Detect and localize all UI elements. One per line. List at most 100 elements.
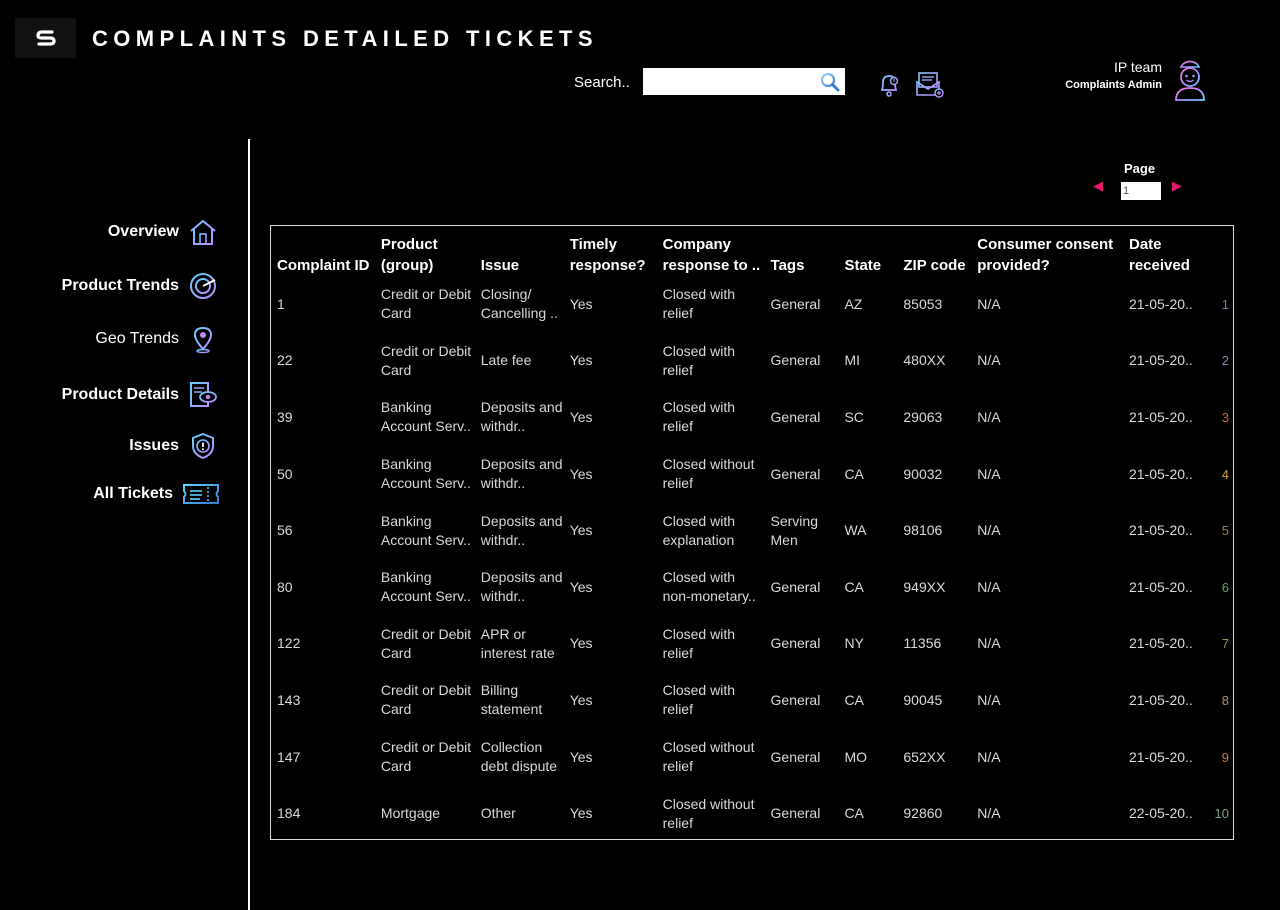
cell-date-received: 21-05-20.. (1128, 748, 1193, 765)
table-row[interactable]: 147 Credit or Debit Card Collection debt d… (271, 729, 1233, 786)
cell-consent: N/A (977, 748, 1001, 765)
user-role: Complaints Admin (1065, 79, 1162, 91)
cell-tags: General (770, 691, 821, 708)
cell-row-index: 8 (1221, 692, 1229, 708)
cell-state: CA (844, 578, 864, 595)
avatar-icon[interactable] (1171, 58, 1209, 102)
cell-complaint-id: 50 (277, 465, 293, 482)
column-header-consent[interactable]: Consumer consent provided? (971, 226, 1123, 276)
cell-zip: 11356 (903, 635, 942, 652)
column-header-company-response[interactable]: Company response to .. (657, 226, 765, 276)
cell-date-received: 21-05-20.. (1128, 578, 1193, 595)
house-icon (190, 220, 216, 245)
cell-company-response: Closed with relief (662, 286, 736, 322)
column-header-product[interactable]: Product (group) (375, 226, 475, 276)
cell-date-received: 21-05-20.. (1128, 465, 1193, 482)
table-row[interactable]: 184 Mortgage Other Yes Closed without relief… (271, 785, 1233, 842)
sidebar-item-issues[interactable]: Issues (129, 431, 218, 461)
cell-row-index: 2 (1221, 353, 1229, 369)
pager-next-button[interactable]: ▶ (1172, 179, 1182, 194)
cell-company-response: Closed with relief (662, 625, 736, 661)
cell-date-received: 21-05-20.. (1128, 295, 1193, 312)
cell-complaint-id: 39 (277, 408, 293, 425)
cell-state: MO (844, 748, 867, 765)
search-input[interactable] (643, 68, 845, 95)
column-header-date-received[interactable]: Date received (1123, 226, 1205, 276)
cell-state: AZ (844, 295, 863, 312)
cell-row-index: 1 (1221, 296, 1229, 312)
table-row[interactable]: 80 Banking Account Serv.. Deposits and wit… (271, 559, 1233, 616)
cell-timely-response: Yes (569, 295, 593, 312)
tickets-table: Complaint ID Product (group) Issue Timel… (270, 225, 1234, 840)
cell-row-index: 7 (1221, 636, 1229, 652)
cell-complaint-id: 22 (277, 352, 293, 369)
column-header-issue[interactable]: Issue (475, 226, 564, 276)
sidebar-item-overview[interactable]: Overview (108, 217, 218, 247)
sidebar-item-label: Overview (107, 223, 179, 240)
cell-product: Credit or Debit Card (380, 342, 472, 378)
cell-date-received: 21-05-20.. (1128, 352, 1193, 369)
cell-timely-response: Yes (569, 352, 593, 369)
cell-product: Banking Account Serv.. (380, 512, 471, 548)
mail-icon[interactable] (915, 68, 945, 100)
cell-row-index: 5 (1221, 523, 1229, 539)
search-icon[interactable] (816, 68, 844, 95)
page-number-input[interactable] (1121, 182, 1161, 200)
table-row[interactable]: 1 Credit or Debit Card Closing/ Cancelling… (271, 276, 1233, 333)
sidebar-item-all-tickets[interactable]: All Tickets (93, 481, 220, 507)
cell-tags: General (770, 465, 821, 482)
column-header-complaint-id[interactable]: Complaint ID (271, 226, 375, 276)
cell-row-index: 3 (1221, 409, 1229, 425)
cell-product: Credit or Debit Card (380, 682, 472, 718)
cell-issue: Deposits and withdr.. (480, 569, 563, 605)
table-row[interactable]: 22 Credit or Debit Card Late fee Yes Closed … (271, 333, 1233, 390)
sidebar-item-label: All Tickets (93, 485, 173, 502)
shield-alert-icon (192, 432, 214, 460)
cell-timely-response: Yes (569, 408, 593, 425)
cell-row-index: 9 (1221, 749, 1229, 765)
cell-complaint-id: 143 (277, 691, 301, 708)
sidebar-item-product-details[interactable]: Product Details (62, 380, 218, 410)
cell-row-index: 4 (1221, 466, 1229, 482)
pager-prev-button[interactable]: ◀ (1093, 179, 1103, 194)
sidebar-item-geo-trends[interactable]: Geo Trends (95, 324, 218, 354)
user-name: IP team (1114, 59, 1162, 75)
cell-company-response: Closed without relief (662, 456, 755, 492)
cell-timely-response: Yes (569, 578, 593, 595)
sidebar-item-label: Product Trends (61, 277, 179, 294)
cell-timely-response: Yes (569, 465, 593, 482)
cell-company-response: Closed without relief (662, 795, 755, 831)
brand-logo[interactable] (15, 18, 76, 58)
cell-company-response: Closed with explanation (662, 512, 736, 548)
bell-icon[interactable] (874, 68, 904, 100)
sidebar-item-product-trends[interactable]: Product Trends (62, 271, 218, 301)
table-row[interactable]: 122 Credit or Debit Card APR or interest r… (271, 616, 1233, 673)
column-header-zip[interactable]: ZIP code (897, 226, 971, 276)
column-header-state[interactable]: State (838, 226, 897, 276)
column-header-tags[interactable]: Tags (765, 226, 839, 276)
cell-company-response: Closed with relief (662, 682, 736, 718)
column-header-index (1205, 226, 1233, 276)
table-row[interactable]: 39 Banking Account Serv.. Deposits and wit… (271, 389, 1233, 446)
cell-zip: 92860 (903, 805, 943, 822)
cell-zip: 480XX (903, 352, 946, 369)
cell-row-index: 6 (1221, 579, 1229, 595)
cell-issue: Billing statement (480, 682, 543, 718)
cell-zip: 90032 (903, 465, 943, 482)
cell-timely-response: Yes (569, 691, 593, 708)
cell-state: SC (844, 408, 864, 425)
cell-tags: General (770, 805, 821, 822)
table-row[interactable]: 50 Banking Account Serv.. Deposits and wit… (271, 446, 1233, 503)
column-header-timely-response[interactable]: Timely response? (564, 226, 657, 276)
table-row[interactable]: 56 Banking Account Serv.. Deposits and wit… (271, 502, 1233, 559)
trend-icon (190, 273, 216, 299)
cell-company-response: Closed with relief (662, 399, 736, 435)
cell-zip: 29063 (903, 408, 943, 425)
cell-date-received: 22-05-20.. (1128, 805, 1193, 822)
cell-date-received: 21-05-20.. (1128, 408, 1193, 425)
cell-tags: General (770, 578, 821, 595)
cell-company-response: Closed with non-monetary.. (662, 569, 756, 605)
table-row[interactable]: 143 Credit or Debit Card Billing statement… (271, 672, 1233, 729)
cell-product: Banking Account Serv.. (380, 399, 471, 435)
cell-zip: 949XX (903, 578, 946, 595)
